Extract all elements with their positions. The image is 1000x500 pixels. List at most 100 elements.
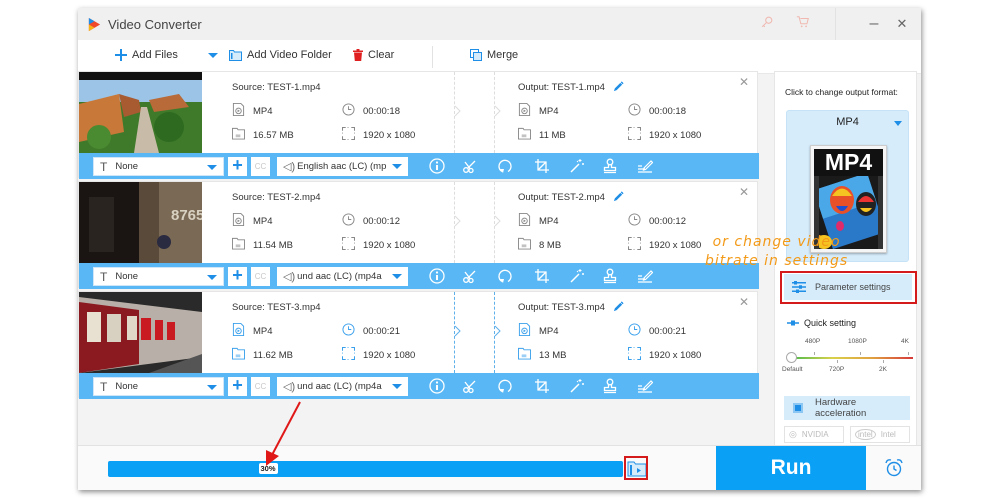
source-duration-value: 00:00:18 (363, 105, 400, 117)
chevron-down-icon (207, 385, 217, 390)
quick-setting-slider[interactable] (792, 357, 913, 359)
file-item[interactable]: 8765 Source: TEST-2.mp4 MP4 00:00:12 11.54 M… (78, 181, 759, 289)
cart-icon[interactable] (794, 15, 812, 33)
audio-track-select[interactable]: ◁) English aac (LC) (mp (277, 157, 408, 176)
source-duration-value: 00:00:12 (363, 215, 400, 227)
trash-icon (353, 49, 363, 61)
audio-track-select[interactable]: ◁) und aac (LC) (mp4a (277, 267, 408, 286)
output-size: 13 MB (518, 347, 566, 363)
effects-wand-icon[interactable] (569, 378, 585, 394)
rotate-icon[interactable] (497, 268, 513, 284)
output-format: MP4 (518, 323, 559, 339)
output-format: MP4 (518, 103, 559, 119)
source-resolution-value: 1920 x 1080 (363, 129, 416, 141)
subtitle-value: None (115, 271, 139, 282)
alarm-clock-icon[interactable] (884, 458, 904, 478)
folder-icon (232, 237, 245, 253)
effects-wand-icon[interactable] (569, 268, 585, 284)
output-size-value: 11 MB (539, 129, 566, 141)
video-thumbnail (79, 292, 202, 373)
add-subtitle-button[interactable]: + (228, 266, 247, 286)
remove-item-button[interactable]: ✕ (739, 185, 749, 199)
watermark-stamp-icon[interactable] (602, 268, 618, 284)
chevron-right-icon (494, 215, 501, 227)
edit-subtitle-icon[interactable] (637, 268, 654, 284)
cc-subtitle-button[interactable]: CC (251, 377, 270, 396)
quick-level-default: Default (782, 366, 803, 373)
clear-button[interactable]: Clear (353, 49, 394, 61)
video-thumbnail-container[interactable]: 8765 (79, 182, 202, 263)
item-toolbar: T None + CC ◁) und aac (LC) (mp4a (79, 373, 759, 399)
slider-tick (814, 352, 815, 355)
output-format-name: MP4 (836, 116, 859, 128)
run-button[interactable]: Run (716, 446, 866, 490)
audio-track-select[interactable]: ◁) und aac (LC) (mp4a (277, 377, 408, 396)
slider-tick (883, 360, 884, 363)
edit-subtitle-icon[interactable] (637, 378, 654, 394)
add-subtitle-button[interactable]: + (228, 156, 247, 176)
rotate-icon[interactable] (497, 158, 513, 174)
quick-setting-slider-handle[interactable] (786, 352, 797, 363)
info-icon[interactable] (429, 378, 445, 394)
rotate-icon[interactable] (497, 378, 513, 394)
cc-subtitle-button[interactable]: CC (251, 157, 270, 176)
add-video-folder-button[interactable]: Add Video Folder (229, 49, 332, 61)
nvidia-button[interactable]: ◎ NVIDIA (784, 426, 844, 443)
clock-icon (628, 323, 641, 339)
video-thumbnail: 8765 (79, 182, 202, 263)
chevron-down-icon (392, 384, 402, 389)
clock-icon (342, 213, 355, 229)
rename-pencil-icon[interactable] (613, 81, 624, 92)
file-item[interactable]: Source: TEST-3.mp4 MP4 00:00:21 11.62 MB 192… (78, 291, 759, 399)
output-resolution-value: 1920 x 1080 (649, 129, 702, 141)
output-duration-value: 00:00:21 (649, 325, 686, 337)
item-toolbar: T None + CC ◁) English aac (LC) (mp (79, 153, 759, 179)
rename-pencil-icon[interactable] (613, 191, 624, 202)
key-icon[interactable] (758, 15, 776, 33)
source-resolution: 1920 x 1080 (341, 126, 416, 143)
speaker-icon: ◁) (283, 161, 296, 173)
scissors-icon[interactable] (462, 158, 478, 174)
speaker-icon: ◁) (283, 271, 296, 283)
toolbar-separator (432, 46, 433, 68)
chevron-right-icon (494, 325, 501, 337)
effects-wand-icon[interactable] (569, 158, 585, 174)
video-thumbnail-container[interactable] (79, 72, 202, 153)
nvidia-logo-icon: ◎ (789, 429, 797, 439)
output-resolution: 1920 x 1080 (627, 346, 701, 363)
folder-icon (518, 237, 531, 253)
slider-tick (908, 352, 909, 355)
merge-button[interactable]: Merge (470, 49, 518, 61)
add-files-dropdown[interactable] (208, 53, 218, 58)
edit-subtitle-icon[interactable] (637, 158, 654, 174)
output-format-value: MP4 (539, 215, 559, 227)
minimize-button[interactable]: – (864, 14, 884, 34)
close-button[interactable]: ✕ (892, 14, 912, 34)
subtitle-select[interactable]: T None (93, 157, 224, 176)
crop-icon[interactable] (534, 158, 550, 174)
hardware-acceleration-label: Hardware acceleration (815, 397, 867, 419)
crop-icon[interactable] (534, 378, 550, 394)
cc-subtitle-button[interactable]: CC (251, 267, 270, 286)
chevron-right-icon (494, 105, 501, 117)
remove-item-button[interactable]: ✕ (739, 75, 749, 89)
progress-fill (108, 461, 623, 477)
video-thumbnail-container[interactable] (79, 292, 202, 373)
subtitle-select[interactable]: T None (93, 267, 224, 286)
source-size: 11.62 MB (232, 347, 293, 363)
scissors-icon[interactable] (462, 268, 478, 284)
file-item[interactable]: Source: TEST-1.mp4 MP4 00:00:18 16.57 MB 192… (78, 71, 759, 179)
info-icon[interactable] (429, 268, 445, 284)
hardware-acceleration-toggle[interactable]: Hardware acceleration (784, 396, 910, 420)
subtitle-select[interactable]: T None (93, 377, 224, 396)
add-subtitle-button[interactable]: + (228, 376, 247, 396)
crop-icon[interactable] (534, 268, 550, 284)
scissors-icon[interactable] (462, 378, 478, 394)
rename-pencil-icon[interactable] (613, 301, 624, 312)
remove-item-button[interactable]: ✕ (739, 295, 749, 309)
info-icon[interactable] (429, 158, 445, 174)
intel-button[interactable]: intel Intel (850, 426, 910, 443)
add-files-button[interactable]: Add Files (115, 49, 178, 61)
watermark-stamp-icon[interactable] (602, 158, 618, 174)
watermark-stamp-icon[interactable] (602, 378, 618, 394)
